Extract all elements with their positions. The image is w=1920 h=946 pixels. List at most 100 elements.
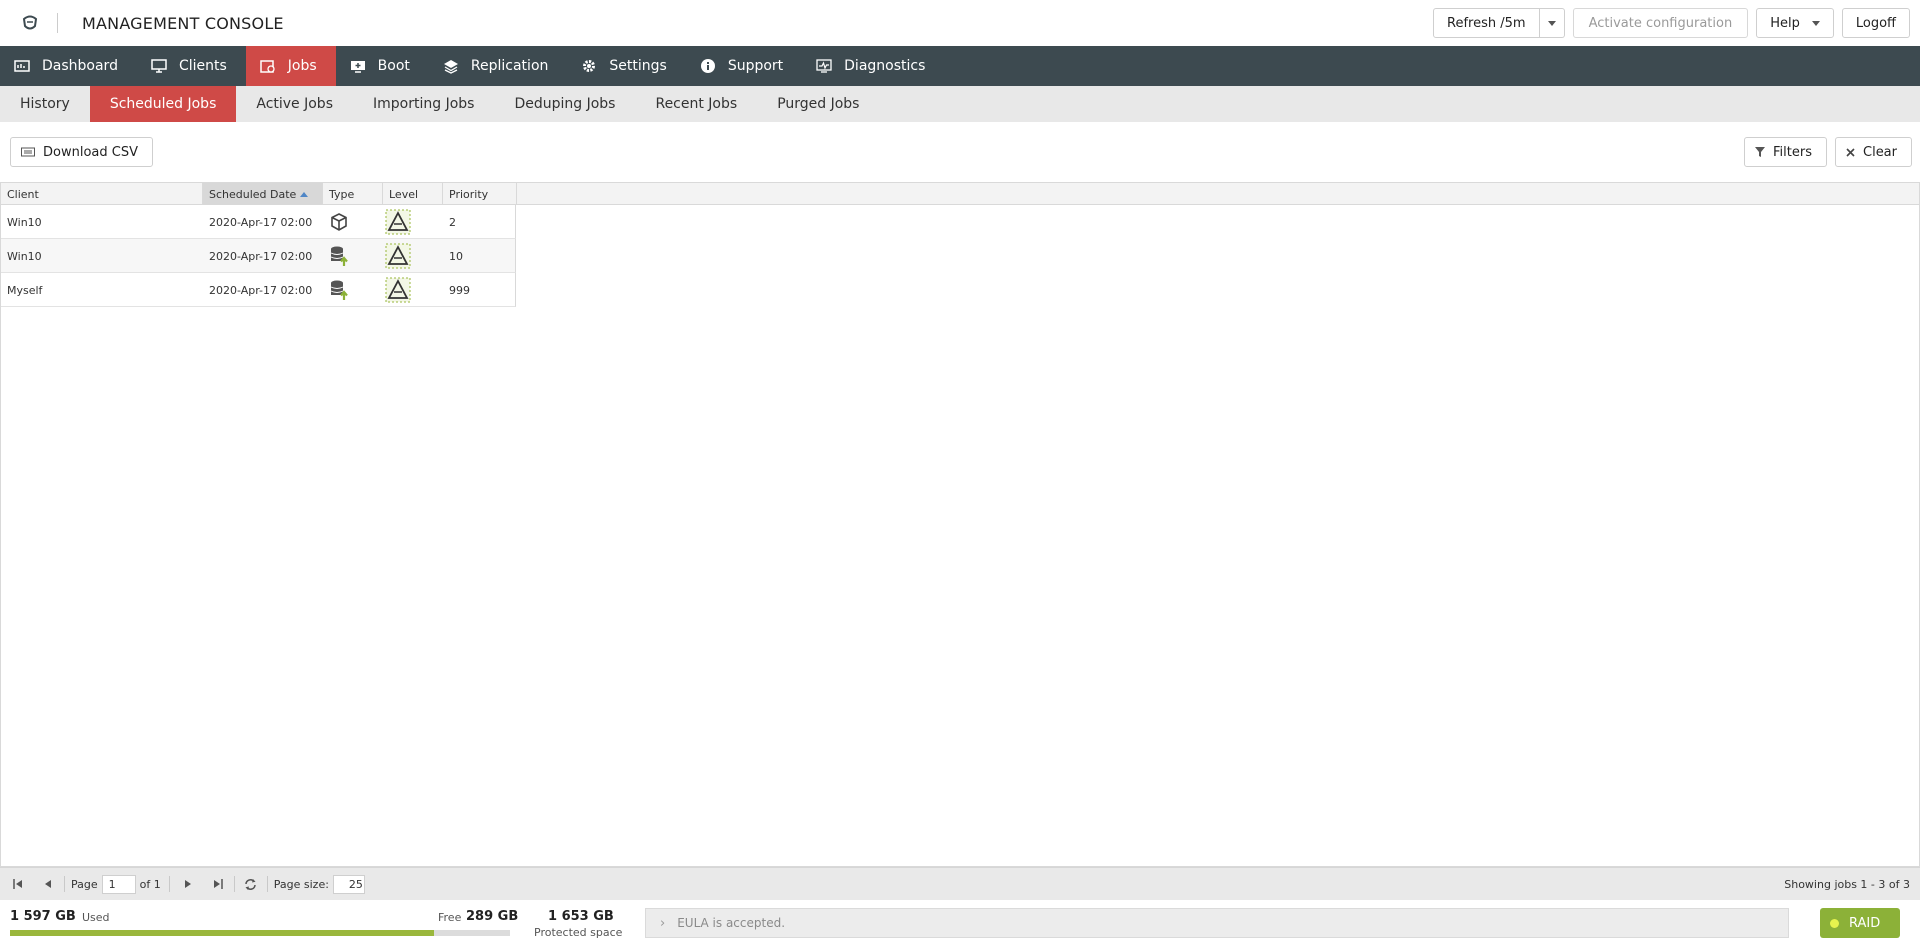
nav-label: Support bbox=[727, 58, 784, 74]
database-backup-icon bbox=[323, 239, 349, 273]
column-header-client[interactable]: Client bbox=[1, 183, 203, 205]
box-icon bbox=[323, 205, 349, 239]
clear-button[interactable]: Clear bbox=[1835, 137, 1912, 167]
logo-divider bbox=[57, 13, 58, 33]
clear-label: Clear bbox=[1863, 144, 1897, 160]
layers-icon bbox=[443, 58, 459, 74]
nav-label: Clients bbox=[178, 58, 227, 74]
app-title: MANAGEMENT CONSOLE bbox=[82, 13, 284, 33]
full-level-icon bbox=[383, 239, 411, 273]
used-space-value: 1 597 GB bbox=[10, 909, 76, 924]
top-actions: Refresh /5m Activate configuration Help … bbox=[1433, 8, 1910, 38]
refresh-split-button: Refresh /5m bbox=[1433, 8, 1565, 38]
grid-header: Client Scheduled Date Type Level Priorit… bbox=[1, 183, 1919, 205]
boot-icon bbox=[350, 58, 366, 74]
download-csv-label: Download CSV bbox=[43, 144, 138, 160]
nav-label: Replication bbox=[470, 58, 549, 74]
refresh-button[interactable]: Refresh /5m bbox=[1433, 8, 1540, 38]
free-space-value: 289 GB bbox=[466, 909, 519, 924]
raid-status-button[interactable]: RAID bbox=[1820, 908, 1900, 938]
jobs-grid: Client Scheduled Date Type Level Priorit… bbox=[0, 182, 1920, 867]
cell-client: Win10 bbox=[7, 215, 42, 229]
sort-ascending-icon bbox=[300, 191, 309, 197]
nav-item-dashboard[interactable]: Dashboard bbox=[0, 46, 137, 86]
last-page-icon[interactable] bbox=[210, 876, 226, 892]
status-dot-icon bbox=[1830, 918, 1839, 928]
column-label: Priority bbox=[449, 187, 489, 201]
column-label: Level bbox=[389, 187, 419, 201]
tab-recent-jobs[interactable]: Recent Jobs bbox=[635, 86, 757, 122]
help-label: Help bbox=[1770, 15, 1800, 31]
nav-item-clients[interactable]: Clients bbox=[137, 46, 246, 86]
logoff-button[interactable]: Logoff bbox=[1841, 8, 1910, 38]
filters-button[interactable]: Filters bbox=[1744, 137, 1827, 167]
table-row[interactable]: Win10 2020-Apr-17 02:00 2 bbox=[1, 205, 516, 239]
tab-active-jobs[interactable]: Active Jobs bbox=[236, 86, 353, 122]
page-count-label: of 1 bbox=[139, 877, 161, 891]
help-button[interactable]: Help bbox=[1756, 8, 1834, 38]
page-number-input[interactable]: 1 bbox=[101, 874, 136, 894]
table-row[interactable]: Win10 2020-Apr-17 02:00 10 bbox=[1, 239, 516, 273]
paging-summary: Showing jobs 1 - 3 of 3 bbox=[1784, 878, 1910, 891]
refresh-icon[interactable] bbox=[243, 876, 259, 892]
cell-priority: 10 bbox=[449, 249, 463, 263]
column-header-scheduled-date[interactable]: Scheduled Date bbox=[203, 183, 323, 205]
column-header-type[interactable]: Type bbox=[323, 183, 383, 205]
chevron-down-icon bbox=[1547, 20, 1556, 26]
eula-status[interactable]: › EULA is accepted. bbox=[645, 908, 1789, 938]
tab-history[interactable]: History bbox=[0, 86, 90, 122]
nav-item-boot[interactable]: Boot bbox=[336, 46, 429, 86]
tab-importing-jobs[interactable]: Importing Jobs bbox=[353, 86, 494, 122]
column-header-priority[interactable]: Priority bbox=[443, 183, 517, 205]
raid-label: RAID bbox=[1849, 915, 1881, 931]
storage-usage-bar bbox=[10, 930, 510, 936]
pagination-bar: Page 1 of 1 Page size: 25 Showing jobs 1… bbox=[0, 867, 1920, 900]
used-space-label: Used bbox=[82, 911, 110, 924]
full-level-icon bbox=[383, 205, 411, 239]
nav-label: Dashboard bbox=[42, 58, 118, 74]
nav-item-diagnostics[interactable]: Diagnostics bbox=[802, 46, 944, 86]
jobs-icon bbox=[260, 58, 276, 74]
nav-label: Settings bbox=[609, 58, 667, 74]
divider bbox=[168, 876, 170, 892]
sub-nav: History Scheduled Jobs Active Jobs Impor… bbox=[0, 86, 1920, 122]
close-icon bbox=[1846, 147, 1855, 157]
page-size-input[interactable]: 25 bbox=[332, 874, 365, 894]
nav-item-settings[interactable]: Settings bbox=[567, 46, 685, 86]
column-header-level[interactable]: Level bbox=[383, 183, 443, 205]
cell-client: Myself bbox=[7, 283, 43, 297]
next-page-icon[interactable] bbox=[180, 876, 196, 892]
page-size-label: Page size: bbox=[273, 877, 329, 891]
nav-item-support[interactable]: Support bbox=[686, 46, 802, 86]
cell-priority: 2 bbox=[449, 215, 456, 229]
column-label: Type bbox=[329, 187, 355, 201]
csv-icon bbox=[21, 147, 35, 157]
nav-item-replication[interactable]: Replication bbox=[429, 46, 567, 86]
previous-page-icon[interactable] bbox=[40, 876, 56, 892]
tab-purged-jobs[interactable]: Purged Jobs bbox=[757, 86, 879, 122]
nav-item-jobs[interactable]: Jobs bbox=[245, 46, 336, 86]
nav-label: Diagnostics bbox=[844, 58, 926, 74]
activate-configuration-button[interactable]: Activate configuration bbox=[1572, 8, 1749, 38]
main-nav: Dashboard Clients Jobs Boot Replication … bbox=[0, 46, 1920, 86]
gear-icon bbox=[581, 58, 597, 74]
cell-date: 2020-Apr-17 02:00 bbox=[209, 249, 313, 263]
column-label: Client bbox=[7, 187, 39, 201]
tab-deduping-jobs[interactable]: Deduping Jobs bbox=[494, 86, 635, 122]
paging-summary-container: Showing jobs 1 - 3 of 3 bbox=[1784, 868, 1910, 901]
refresh-dropdown-button[interactable] bbox=[1539, 8, 1565, 38]
tab-scheduled-jobs[interactable]: Scheduled Jobs bbox=[89, 86, 237, 122]
cell-date: 2020-Apr-17 02:00 bbox=[209, 283, 313, 297]
chevron-down-icon bbox=[1811, 20, 1820, 26]
cell-date: 2020-Apr-17 02:00 bbox=[209, 215, 313, 229]
page-label: Page bbox=[71, 877, 98, 891]
toolbar: Download CSV Filters Clear bbox=[0, 122, 1920, 182]
dashboard-icon bbox=[14, 58, 30, 74]
free-space-label: Free bbox=[438, 911, 462, 924]
first-page-icon[interactable] bbox=[10, 876, 26, 892]
storage-status-bar: 1 597 GB Used Free 289 GB 1 653 GB Prote… bbox=[0, 900, 1920, 946]
table-row[interactable]: Myself 2020-Apr-17 02:00 999 bbox=[1, 273, 516, 307]
chevron-right-icon: › bbox=[660, 915, 666, 931]
download-csv-button[interactable]: Download CSV bbox=[10, 137, 153, 167]
protected-space-label: Protected space bbox=[534, 926, 623, 939]
